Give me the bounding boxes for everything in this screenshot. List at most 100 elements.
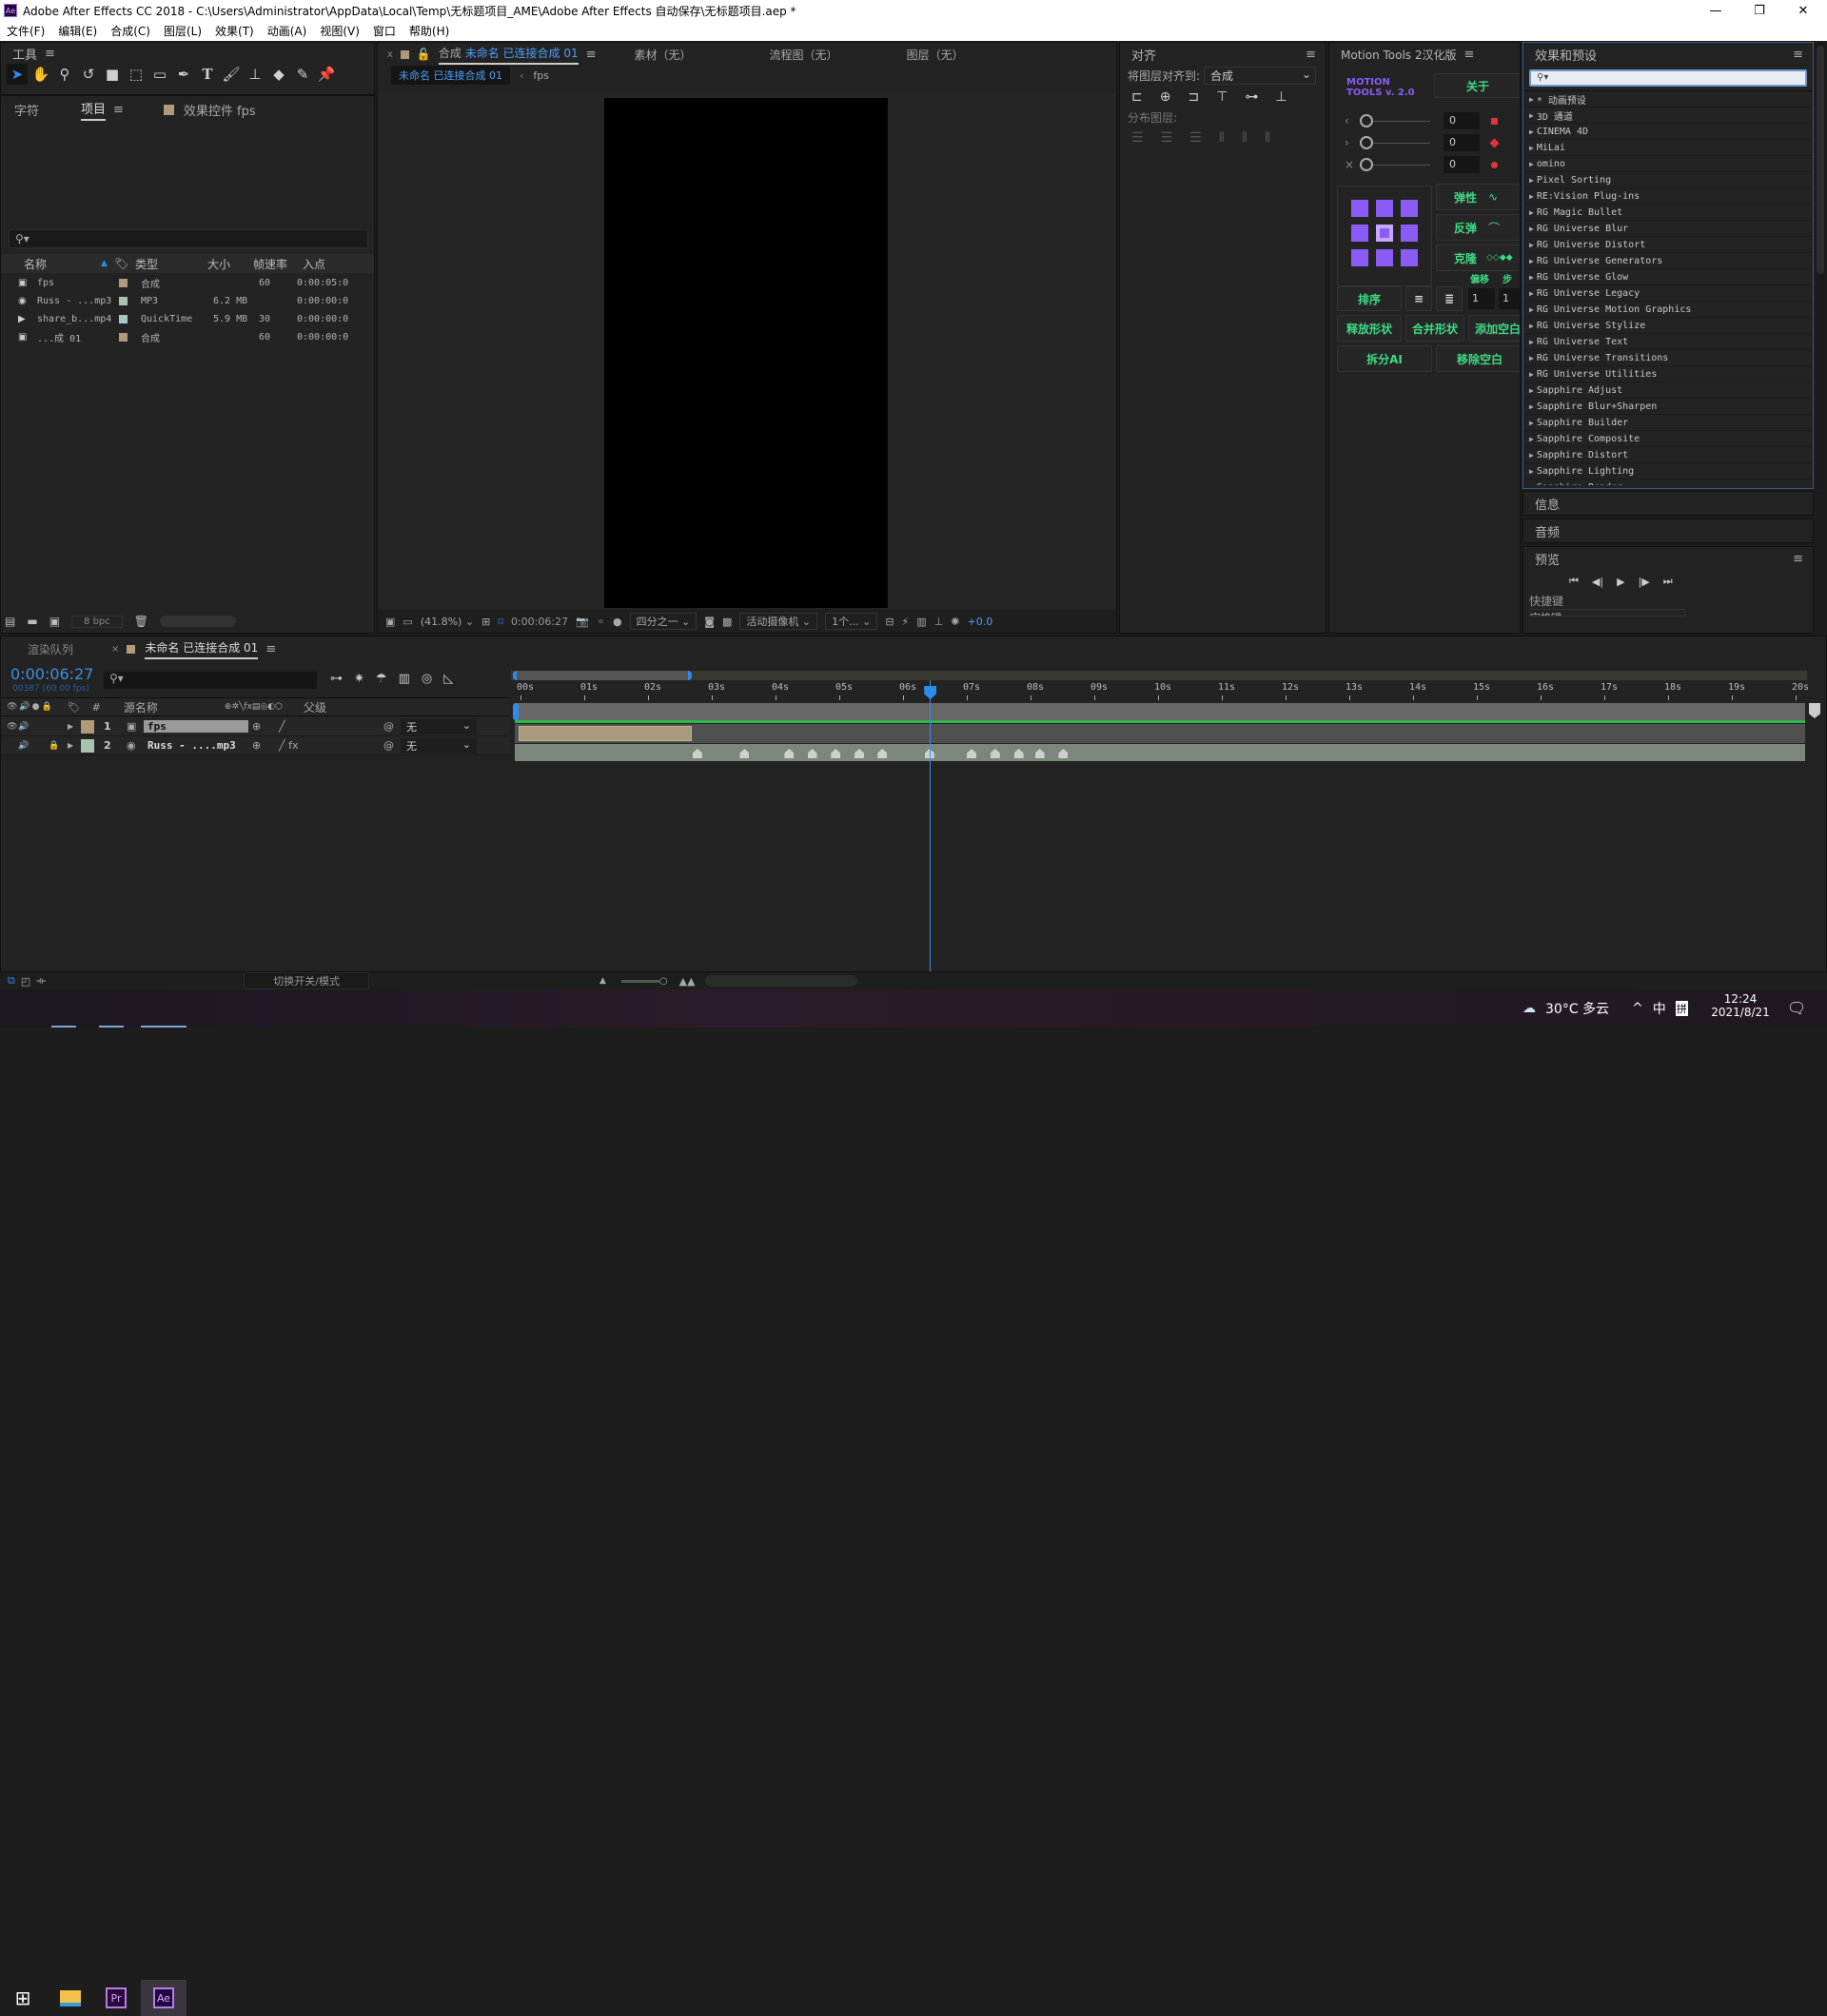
audio-marker[interactable] (1058, 749, 1069, 758)
expand-layer-icon[interactable]: ▶ (68, 741, 81, 750)
align-right-icon[interactable]: ⊐ (1188, 89, 1199, 105)
expand-triangle-icon[interactable]: ▶ (1529, 483, 1534, 486)
menu-effect[interactable]: 效果(T) (208, 23, 261, 39)
align-to-dropdown[interactable]: 合成 ⌄ (1204, 66, 1317, 85)
split-ai-button[interactable]: 拆分AI (1337, 345, 1432, 372)
expand-triangle-icon[interactable]: ▶ (1529, 289, 1534, 298)
comp-menu-icon[interactable]: ≡ (586, 48, 597, 62)
effect-category[interactable]: ▶ RG Universe Distort (1523, 237, 1813, 253)
audio-speaker-icon[interactable]: 🔊 (18, 741, 35, 751)
shy-switch-icon[interactable]: ⊕ (252, 739, 279, 752)
ime-pinyin[interactable]: 拼 (1675, 1001, 1688, 1016)
audio-marker[interactable] (784, 749, 795, 758)
monitor-icon[interactable]: ▭ (403, 616, 412, 628)
exposure-value[interactable]: +0.0 (968, 616, 993, 628)
slider-track[interactable] (1373, 142, 1430, 144)
reset-exposure-icon[interactable]: ✺ (951, 616, 959, 628)
tab-footage[interactable]: 素材（无） (635, 47, 692, 63)
effect-category[interactable]: ▶ MiLai (1523, 140, 1813, 156)
tab-composition[interactable]: 合成 未命名 已连接合成 01 (438, 45, 579, 65)
distribute-right-icon[interactable]: ⦀ (1265, 130, 1270, 146)
timeline-icon[interactable]: ▥ (916, 616, 926, 628)
taskbar-file-explorer[interactable] (48, 1980, 93, 2016)
expand-triangle-icon[interactable]: ▶ (1529, 451, 1534, 460)
toggle-pixel-aspect-icon[interactable]: ⊟ (885, 616, 894, 628)
distribute-top-icon[interactable]: ☰ (1131, 130, 1144, 146)
preview-menu-icon[interactable]: ≡ (1793, 552, 1803, 566)
audio-marker[interactable] (1013, 749, 1024, 758)
col-type[interactable]: 类型 (135, 256, 207, 272)
slider-track[interactable] (1373, 164, 1430, 166)
zoom-in-icon[interactable]: ▲▲ (679, 975, 696, 988)
restore-button[interactable]: ❐ (1738, 0, 1781, 21)
expand-triangle-icon[interactable]: ▶ (1529, 160, 1534, 168)
merge-shapes-button[interactable]: 合并形状 (1405, 315, 1464, 342)
sort-ascending-icon[interactable]: ▲ (101, 259, 114, 268)
lock-toggle-icon[interactable]: 🔒 (49, 741, 68, 751)
layer-name[interactable]: Russ - ....mp3 (144, 739, 248, 752)
bounce-button[interactable]: 反弹 ⌒ (1436, 214, 1520, 241)
tab-render-queue[interactable]: 渲染队列 (28, 641, 73, 657)
time-zoom-slider[interactable] (620, 979, 659, 983)
tab-layer[interactable]: 图层（无） (907, 47, 964, 63)
effect-category[interactable]: ▶ RG Universe Utilities (1523, 366, 1813, 382)
expand-triangle-icon[interactable]: ▶ (1529, 95, 1534, 104)
in-out-toggle-icon[interactable]: ⟛ (36, 974, 46, 988)
last-frame-icon[interactable]: ⏭ (1663, 575, 1673, 588)
expand-triangle-icon[interactable]: ▶ (1529, 176, 1534, 185)
anchor-point-cell[interactable] (1376, 200, 1393, 217)
add-null-button[interactable]: 添加空白 (1468, 315, 1520, 342)
always-preview-icon[interactable]: ▣ (385, 616, 395, 628)
stagger-layers-icon[interactable]: ≣ (1436, 286, 1463, 311)
notification-icon[interactable]: 🗨 (1787, 999, 1806, 1017)
selection-tool-icon[interactable]: ➤ (7, 64, 28, 85)
slider-value-input[interactable]: 0 (1444, 112, 1480, 129)
close-button[interactable]: ✕ (1781, 0, 1825, 21)
visibility-eye-icon[interactable]: 👁 (7, 722, 18, 732)
time-graph[interactable]: 00s 01s 02s 03s 04s 05s 06s 07s 08s 09s 10s 11s 12s 1… (511, 665, 1826, 971)
effect-category[interactable]: ▶ RG Universe Text (1523, 334, 1813, 350)
motion-blur-icon[interactable]: ◎ (422, 672, 432, 686)
audio-marker[interactable] (855, 749, 865, 758)
project-search-input[interactable]: ⚲▾ (9, 229, 368, 248)
transfer-controls-toggle-icon[interactable]: ◰ (21, 975, 30, 988)
effect-category[interactable]: ▶Sapphire Render (1523, 480, 1813, 486)
col-in-point[interactable]: 入点 (303, 256, 325, 272)
col-fps[interactable]: 帧速率 (253, 256, 303, 272)
layer-switches-toggle-icon[interactable]: ⧉ (8, 974, 15, 988)
align-vcenter-icon[interactable]: ⊶ (1245, 89, 1258, 105)
parent-header[interactable]: 父级 (304, 699, 326, 715)
effects-scrollbar[interactable] (1816, 42, 1825, 489)
expand-triangle-icon[interactable]: ▶ (1529, 192, 1534, 201)
remove-null-button[interactable]: 移除空白 (1436, 345, 1520, 372)
effect-category[interactable]: ▶ omino (1523, 156, 1813, 172)
project-menu-icon[interactable]: ≡ (113, 103, 124, 117)
anchor-point-cell[interactable] (1376, 225, 1393, 242)
anchor-grid[interactable] (1337, 186, 1432, 286)
elastic-button[interactable]: 弹性 ∿ (1436, 184, 1520, 210)
ime-mode[interactable]: 中 (1653, 999, 1666, 1018)
type-tool-icon[interactable]: T (197, 64, 218, 85)
project-item[interactable]: ▶ share_b...mp4 QuickTime 5.9 MB 30 0:00… (1, 310, 374, 328)
parent-dropdown[interactable]: 无 ⌄ (401, 737, 477, 754)
slider-track[interactable] (1373, 120, 1430, 122)
slider-knob[interactable] (1360, 114, 1373, 127)
audio-marker[interactable] (1034, 749, 1045, 758)
breadcrumb-fps[interactable]: fps (533, 69, 549, 82)
effects-menu-icon[interactable]: ≡ (1793, 48, 1803, 62)
effect-category[interactable]: ▶ CINEMA 4D (1523, 124, 1813, 140)
layer-name[interactable]: fps (144, 720, 248, 733)
tab-effect-controls[interactable]: 效果控件 fps (184, 101, 256, 119)
distribute-hcenter-icon[interactable]: ⦀ (1242, 130, 1247, 146)
effect-category[interactable]: ▶ Sapphire Composite (1523, 431, 1813, 447)
layer-label-swatch[interactable] (81, 719, 94, 734)
clock[interactable]: 12:24 2021/8/21 (1707, 992, 1774, 1019)
project-item[interactable]: ▣ ...成 01 合成 60 0:00:00:0 (1, 328, 374, 346)
brush-tool-icon[interactable]: 🖌 (221, 64, 242, 85)
pan-behind-tool-icon[interactable]: ⬚ (126, 64, 147, 85)
view-layout-dropdown[interactable]: 1个... ⌄ (825, 613, 878, 630)
expand-triangle-icon[interactable]: ▶ (1529, 273, 1534, 282)
frame-blending-icon[interactable]: ▥ (399, 672, 410, 686)
keyframe-icon[interactable] (1491, 117, 1498, 125)
project-item[interactable]: ◉ Russ - ...mp3 MP3 6.2 MB 0:00:00:0 (1, 292, 374, 310)
